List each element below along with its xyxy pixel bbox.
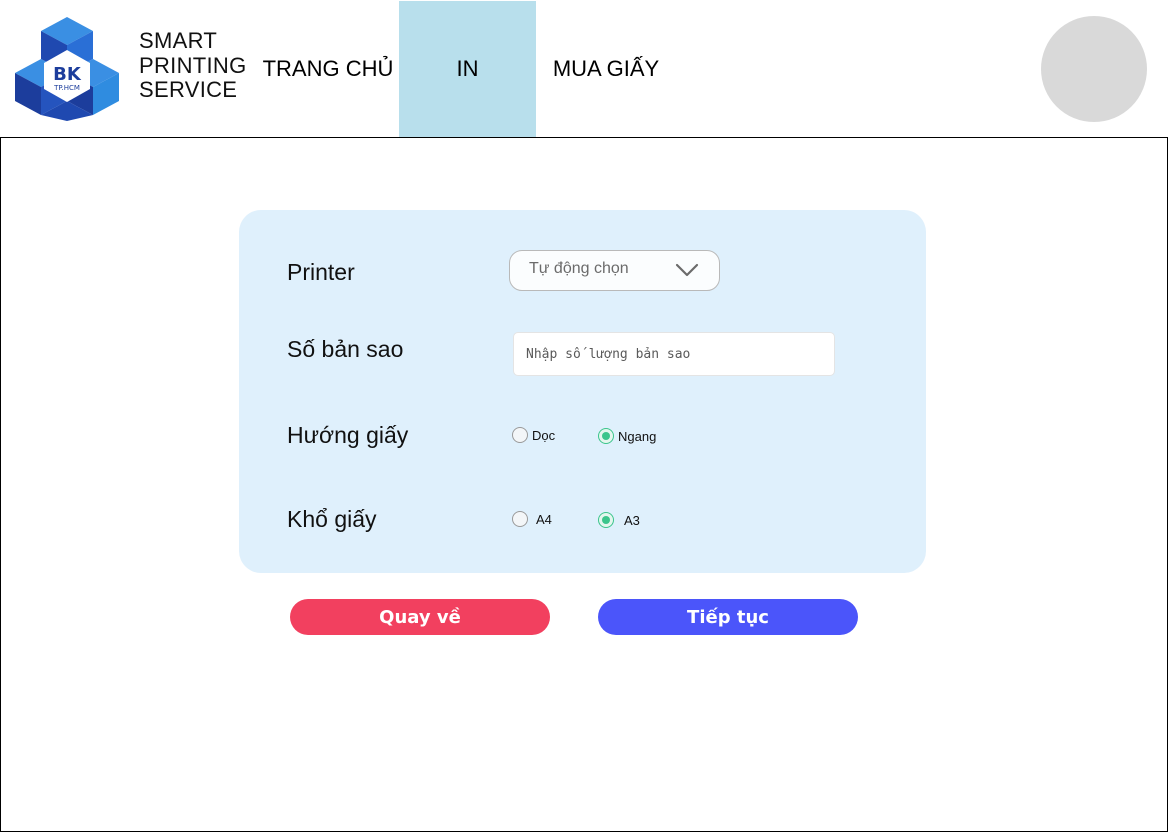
orientation-portrait-label: Dọc: [532, 427, 556, 443]
paper-size-a3-label: A3: [624, 512, 640, 528]
radio-dot-checked[interactable]: [598, 428, 614, 444]
orientation-landscape-label: Ngang: [618, 428, 657, 444]
orientation-landscape-radio[interactable]: Ngang: [598, 428, 656, 444]
logo-subtext: TP.HCM: [53, 84, 80, 92]
orientation-label: Hướng giấy: [287, 422, 409, 448]
brand-line-2: PRINTING: [139, 52, 247, 78]
printer-select-value: Tự động chọn: [529, 260, 629, 277]
brand-line-3: SERVICE: [139, 77, 238, 102]
radio-dot[interactable]: [512, 511, 528, 527]
brand-line-1: SMART: [139, 28, 218, 53]
print-settings-card: Printer Tự động chọn Số bản sao Hướng gi…: [239, 210, 926, 573]
nav-buy-paper[interactable]: MUA GIẤY: [537, 1, 675, 137]
printer-select[interactable]: Tự động chọn: [509, 250, 720, 291]
copies-label: Số bản sao: [287, 336, 404, 362]
copies-input[interactable]: [513, 332, 835, 376]
brand-name: SMART PRINTING SERVICE: [139, 28, 247, 103]
top-header: BK TP.HCM SMART PRINTING SERVICE TRANG C…: [0, 0, 1168, 138]
chevron-down-icon: [675, 263, 699, 277]
bk-logo-icon[interactable]: BK TP.HCM: [14, 16, 120, 122]
back-button[interactable]: Quay về: [290, 599, 550, 635]
continue-button[interactable]: Tiếp tục: [598, 599, 858, 635]
user-avatar[interactable]: [1041, 16, 1147, 122]
radio-dot-checked[interactable]: [598, 512, 614, 528]
paper-size-a4-radio[interactable]: A4: [512, 511, 552, 527]
radio-dot[interactable]: [512, 427, 528, 443]
printer-label: Printer: [287, 259, 355, 285]
paper-size-label: Khổ giấy: [287, 506, 377, 532]
paper-size-a3-radio[interactable]: A3: [598, 512, 640, 528]
paper-size-a4-label: A4: [536, 511, 552, 527]
nav-print[interactable]: IN: [399, 1, 536, 137]
orientation-portrait-radio[interactable]: Dọc: [512, 427, 555, 443]
logo-text: BK: [53, 64, 82, 85]
nav-home[interactable]: TRANG CHỦ: [258, 1, 398, 137]
